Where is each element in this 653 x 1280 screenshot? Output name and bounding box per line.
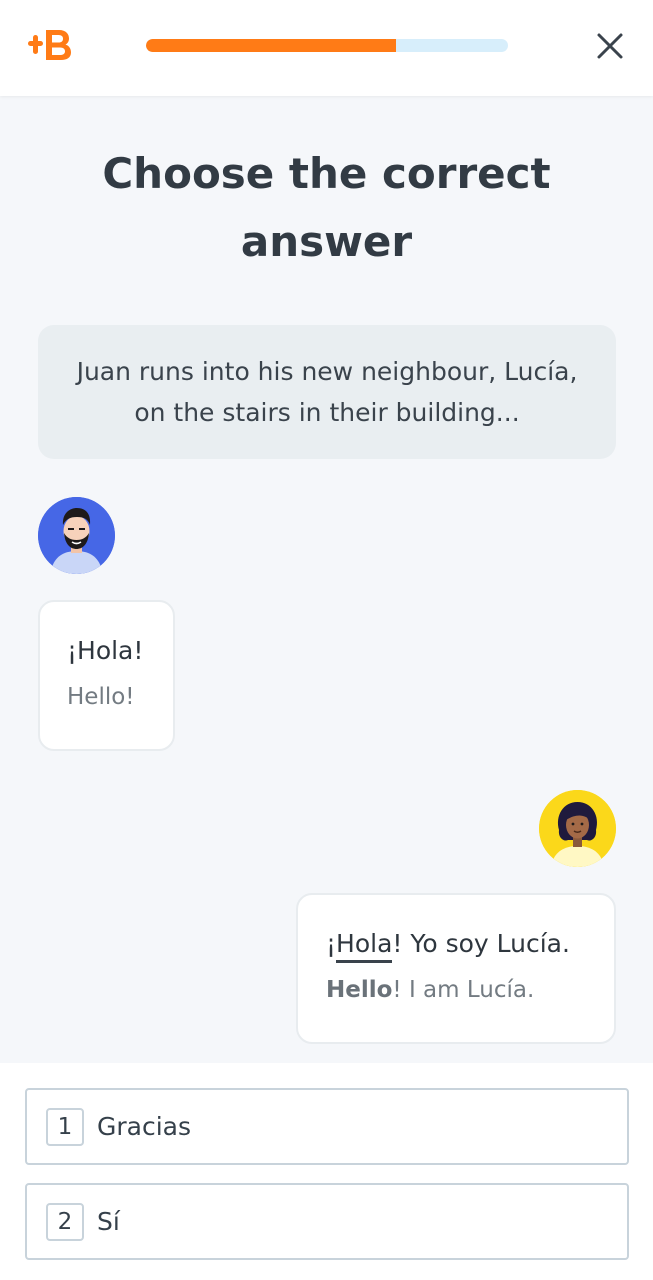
context-text: Juan runs into his new neighbour, Lucía,… xyxy=(76,357,578,427)
option-number-badge: 2 xyxy=(46,1202,84,1241)
juan-english-text: Hello! xyxy=(67,684,135,710)
babbel-logo-icon xyxy=(26,26,76,64)
lucia-es-prefix: ¡ xyxy=(326,929,337,958)
lucia-es-rest: ! Yo soy Lucía. xyxy=(392,929,570,958)
lucia-english-text: Hello! I am Lucía. xyxy=(326,977,614,1003)
woman-avatar-icon xyxy=(539,790,616,867)
lucia-speech-bubble: ¡Hola! Yo soy Lucía. Hello! I am Lucía. xyxy=(296,893,616,1044)
man-avatar-icon xyxy=(38,497,115,574)
progress-fill xyxy=(146,39,396,52)
close-icon xyxy=(597,33,623,59)
context-card: Juan runs into his new neighbour, Lucía,… xyxy=(38,325,616,459)
page-title: Choose the correct answer xyxy=(102,149,551,266)
lesson-progress-bar xyxy=(146,39,508,52)
close-button[interactable] xyxy=(592,28,628,64)
answer-option-2[interactable]: 2 Sí xyxy=(25,1183,629,1260)
answer-panel: 1 Gracias 2 Sí xyxy=(0,1063,653,1280)
highlighted-translation: Hello xyxy=(326,977,393,1003)
top-bar xyxy=(0,0,653,96)
juan-spanish-text: ¡Hola! xyxy=(67,636,144,665)
lucia-spanish-text: ¡Hola! Yo soy Lucía. xyxy=(326,925,614,963)
option-label: Gracias xyxy=(97,1112,192,1141)
answer-option-1[interactable]: 1 Gracias xyxy=(25,1088,629,1165)
lucia-en-rest: ! I am Lucía. xyxy=(392,977,535,1003)
option-label: Sí xyxy=(97,1207,120,1236)
option-number-badge: 1 xyxy=(46,1107,84,1146)
highlighted-word: Hola xyxy=(336,929,393,963)
juan-speech-bubble: ¡Hola! Hello! xyxy=(38,600,175,751)
